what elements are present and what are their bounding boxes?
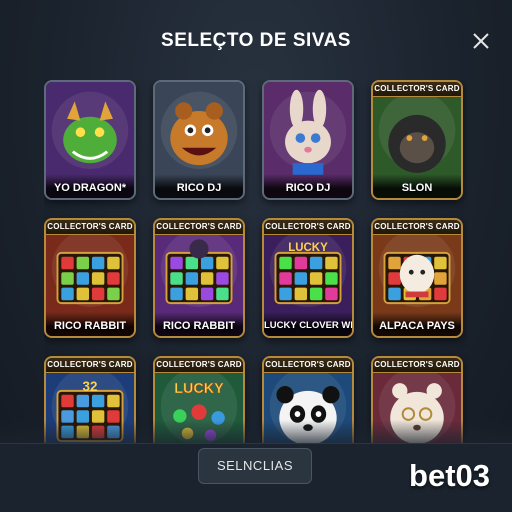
game-grid: YO DRAGON* RICO DJ RICO DJ COLLECTOR'S C… xyxy=(44,80,468,444)
collectors-card-badge: COLLECTOR'S CARD xyxy=(373,358,461,373)
dialog-header: SELEÇTO DE SIVAS xyxy=(0,0,512,72)
collectors-card-badge: COLLECTOR'S CARD xyxy=(264,358,352,373)
select-button[interactable]: SELNCLIAS xyxy=(198,448,312,484)
dialog-title: SELEÇTO DE SIVAS xyxy=(161,30,351,51)
collectors-card-badge: COLLECTOR'S CARD xyxy=(46,220,134,235)
game-title: RICO DJ xyxy=(264,174,352,198)
svg-text:LUCKY: LUCKY xyxy=(288,242,328,254)
game-title: SLON xyxy=(373,174,461,198)
svg-text:LUCKY: LUCKY xyxy=(174,381,224,397)
game-title: LUCKY CLOVER WILD xyxy=(264,312,352,336)
game-title: RICO DJ xyxy=(155,174,243,198)
game-card[interactable]: RICO DJ xyxy=(153,80,245,200)
collectors-card-badge: COLLECTOR'S CARD xyxy=(373,220,461,235)
brand-logo: bet03 xyxy=(409,458,490,493)
collectors-card-badge: COLLECTOR'S CARD xyxy=(264,220,352,235)
collectors-card-badge: COLLECTOR'S CARD xyxy=(373,82,461,97)
game-card[interactable]: COLLECTOR'S CARD RICO RABBIT xyxy=(153,218,245,338)
close-icon[interactable] xyxy=(470,30,492,52)
game-card[interactable]: RICO DJ xyxy=(262,80,354,200)
collectors-card-badge: COLLECTOR'S CARD xyxy=(46,358,134,373)
game-title: RICO RABBIT xyxy=(155,312,243,336)
svg-text:32: 32 xyxy=(83,379,98,394)
game-title: ALPACA PAYS xyxy=(373,312,461,336)
game-card[interactable]: YO DRAGON* xyxy=(44,80,136,200)
collectors-card-badge: COLLECTOR'S CARD xyxy=(155,220,243,235)
game-title: RICO RABBIT xyxy=(46,312,134,336)
game-card[interactable]: LUCKY COLLECTOR'S CARD LUCKY CLOVER WILD xyxy=(262,218,354,338)
game-card[interactable]: COLLECTOR'S CARD ALPACA PAYS xyxy=(371,218,463,338)
game-card[interactable]: COLLECTOR'S CARD SLON xyxy=(371,80,463,200)
game-card[interactable]: COLLECTOR'S CARD RICO RABBIT xyxy=(44,218,136,338)
game-title: YO DRAGON* xyxy=(46,174,134,198)
collectors-card-badge: COLLECTOR'S CARD xyxy=(155,358,243,373)
